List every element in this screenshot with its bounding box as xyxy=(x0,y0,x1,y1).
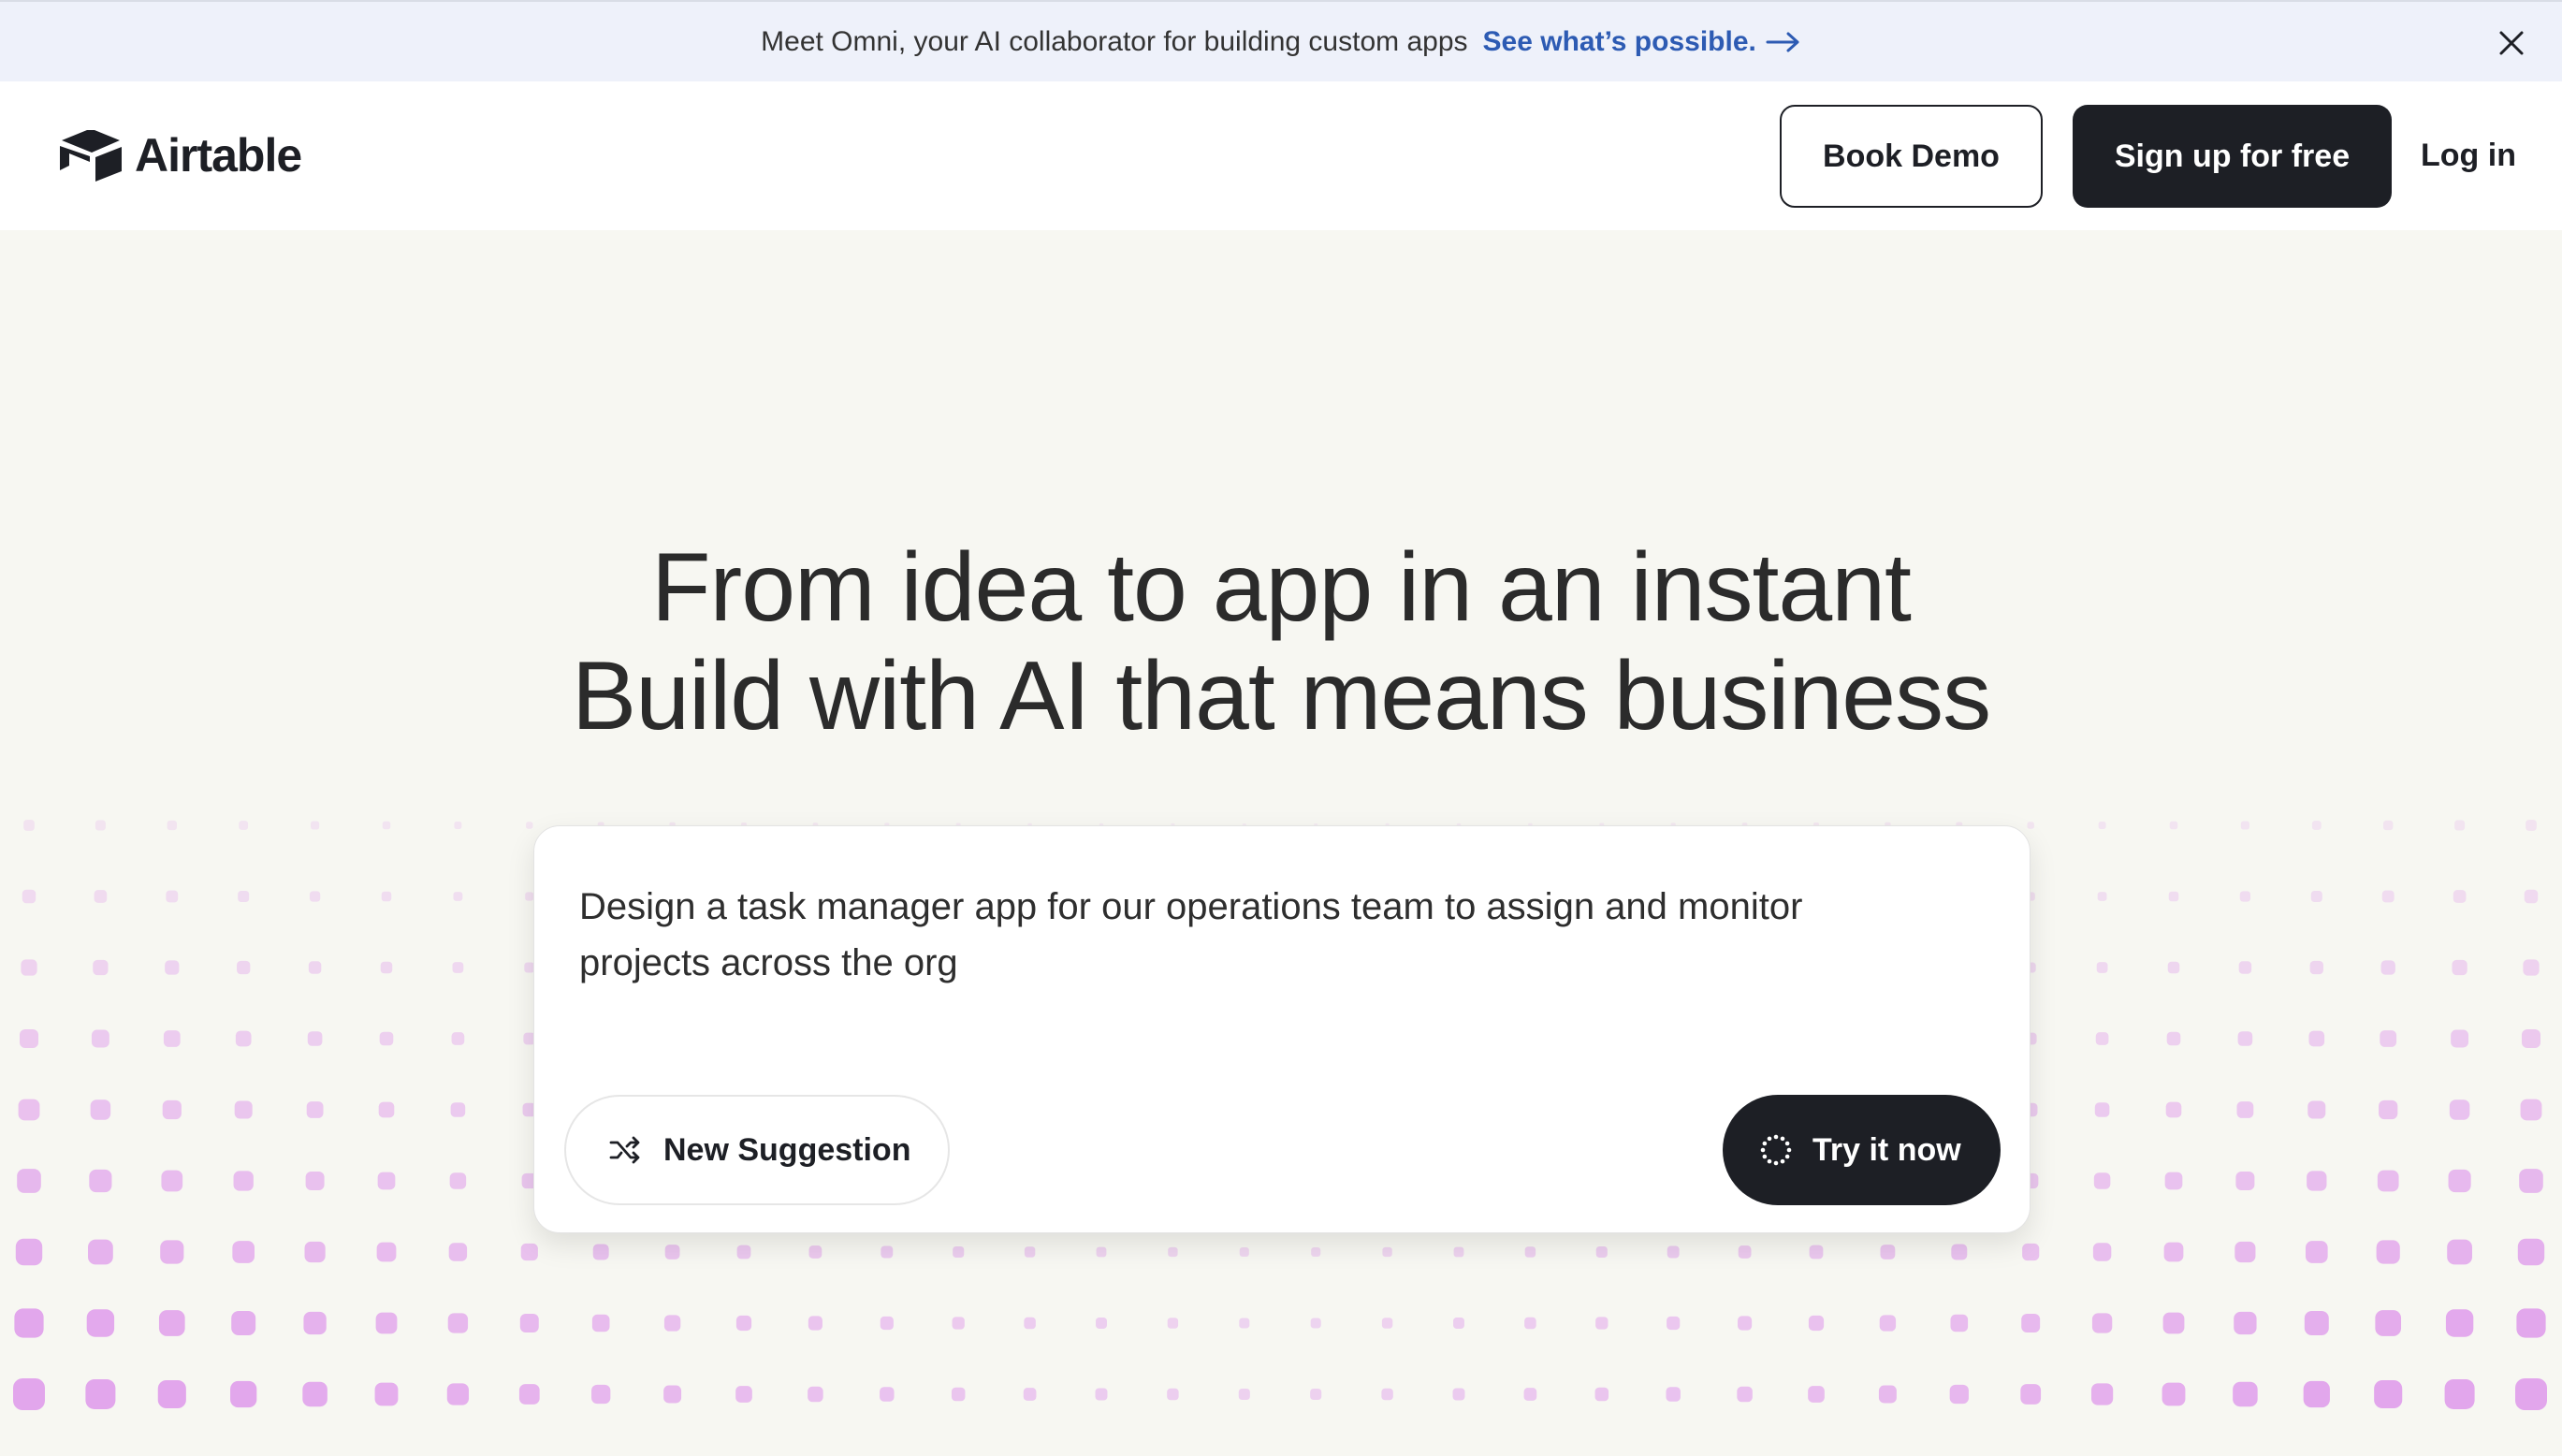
hero-title-line-2: Build with AI that means business xyxy=(571,642,1991,750)
logo-text: Airtable xyxy=(135,129,302,182)
prompt-input[interactable]: Design a task manager app for our operat… xyxy=(579,879,1936,991)
close-icon[interactable] xyxy=(2496,28,2526,58)
airtable-logo-icon xyxy=(60,130,122,182)
new-suggestion-button[interactable]: New Suggestion xyxy=(564,1095,950,1205)
airtable-logo[interactable]: Airtable xyxy=(58,128,302,182)
announcement-bar: Meet Omni, your AI collaborator for buil… xyxy=(0,0,2562,81)
new-suggestion-label: New Suggestion xyxy=(663,1131,911,1168)
announcement-link-text: See what’s possible. xyxy=(1482,25,1756,57)
book-demo-button[interactable]: Book Demo xyxy=(1780,105,2043,208)
try-it-now-button[interactable]: Try it now xyxy=(1723,1095,2001,1205)
hero-title-line-1: From idea to app in an instant xyxy=(651,533,1912,642)
hero-title: From idea to app in an instant Build wit… xyxy=(0,533,2562,750)
sparkle-loader-icon xyxy=(1760,1134,1792,1166)
announcement-message: Meet Omni, your AI collaborator for buil… xyxy=(761,25,1468,57)
arrow-right-icon xyxy=(1766,32,1799,51)
prompt-card: Design a task manager app for our operat… xyxy=(533,825,2031,1233)
try-it-now-label: Try it now xyxy=(1812,1131,1961,1168)
announcement-link[interactable]: See what’s possible. xyxy=(1483,26,1801,58)
sign-up-button[interactable]: Sign up for free xyxy=(2073,105,2392,208)
log-in-link[interactable]: Log in xyxy=(2421,138,2516,174)
shuffle-icon xyxy=(609,1136,640,1164)
